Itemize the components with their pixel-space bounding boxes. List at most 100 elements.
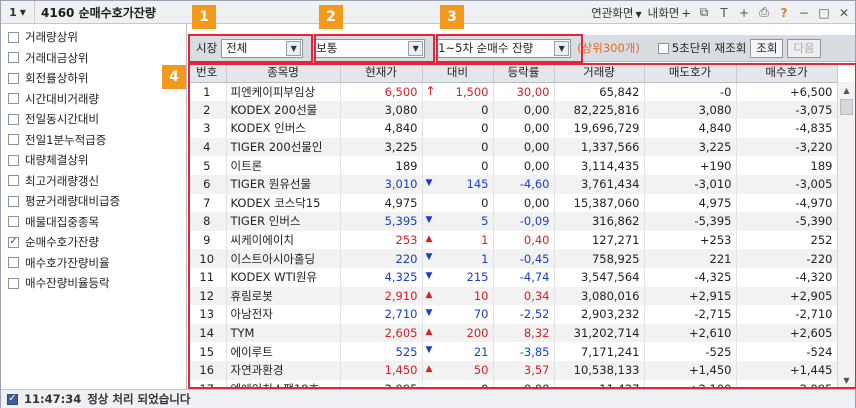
checkbox-icon <box>8 113 19 125</box>
table-row[interactable]: 14 TYM 2,605 ▲ 200 8,32 31,202,714 +2,610 +2,605 <box>188 323 838 343</box>
cell-change: ▼ 215 <box>422 267 494 287</box>
cell-bid: -524 <box>736 342 838 361</box>
cell-price: 1,450 <box>340 360 423 380</box>
left-menu-item[interactable]: 매물대집중종목 <box>1 212 186 233</box>
my-screen-menu[interactable]: 내화면 + <box>648 5 691 21</box>
checkbox-icon <box>8 72 19 84</box>
change-value: 1,500 <box>455 84 489 99</box>
type-select[interactable]: 보통 ▼ <box>311 38 426 58</box>
linked-screen-label: 연관화면 <box>591 5 634 20</box>
vertical-scrollbar[interactable]: ▲ ▼ <box>837 82 855 389</box>
screen-number-dropdown[interactable]: 1 ▼ <box>1 0 35 24</box>
cell-volume: 65,842 <box>554 82 645 101</box>
badge-2: 2 <box>319 5 343 29</box>
column-header[interactable]: 등락률 <box>493 63 555 83</box>
auto-refresh-checkbox[interactable]: 5초단위 재조회 <box>657 40 747 56</box>
scroll-down-icon[interactable]: ▼ <box>839 373 854 388</box>
cell-bid: -4,970 <box>736 193 838 213</box>
cell-stock-name: 아남전자 <box>226 305 341 324</box>
maximize-icon[interactable]: □ <box>817 6 831 20</box>
table-row[interactable]: 15 에이루트 525 ▼ 21 -3,85 7,171,241 -525 -524 <box>188 342 838 361</box>
market-select[interactable]: 전체 ▼ <box>221 38 304 58</box>
query-button[interactable]: 조회 <box>750 38 784 58</box>
column-header[interactable]: 매도호가 <box>644 63 737 83</box>
top-count-note: (상위300개) <box>577 41 640 55</box>
table-row[interactable]: 5 이트론 189 0 0,00 3,114,435 +190 189 <box>188 156 838 175</box>
filter-bar: 시장 전체 ▼ 보통 ▼ 1~5차 순매수 잔량 ▼ (상위300개) 5초단위… <box>188 35 855 62</box>
column-header[interactable]: 번호 <box>188 63 227 83</box>
left-menu-item[interactable]: 매수잔량비율등락 <box>1 273 186 294</box>
table-row[interactable]: 9 씨케이에이치 253 ▲ 1 0,40 127,271 +253 252 <box>188 230 838 250</box>
cell-volume: 19,696,729 <box>554 119 645 138</box>
column-header[interactable]: 종목명 <box>226 63 341 83</box>
type-select-value: 보통 <box>316 41 338 55</box>
checkbox-icon <box>8 277 19 289</box>
table-row[interactable]: 6 TIGER 원유선물 3,010 ▼ 145 -4,60 3,761,434 -3,010… <box>188 174 838 194</box>
left-menu-item[interactable]: 대량체결상위 <box>1 150 186 171</box>
table-row[interactable]: 3 KODEX 인버스 4,840 0 0,00 19,696,729 4,840 -4,83… <box>188 119 838 138</box>
cell-rate: 0,40 <box>493 230 555 250</box>
font-size-icon[interactable]: T <box>717 6 731 20</box>
table-row[interactable]: 8 TIGER 인버스 5,395 ▼ 5 -0,09 316,862 -5,395 -5,39… <box>188 212 838 231</box>
cell-volume: 2,903,232 <box>554 305 645 324</box>
column-header[interactable]: 매수호가 <box>736 63 838 83</box>
left-menu-item[interactable]: 회전률상하위 <box>1 68 186 89</box>
table-row[interactable]: 10 이스트아시아홀딩 220 ▼ 1 -0,45 758,925 221 -220 <box>188 249 838 268</box>
cell-price: 189 <box>340 156 423 175</box>
cell-change: ▲ 1 <box>422 230 494 250</box>
linked-screen-menu[interactable]: 연관화면 ▼ <box>591 5 641 21</box>
table-row[interactable]: 11 KODEX WTI원유 4,325 ▼ 215 -4,74 3,547,564 -4,3… <box>188 267 838 287</box>
cell-change: 0 <box>422 379 494 389</box>
cell-rate: -0,09 <box>493 212 555 231</box>
cell-change: ▲ 10 <box>422 286 494 306</box>
minimize-icon[interactable]: − <box>797 6 811 20</box>
left-menu-item[interactable]: ✓ 순매수호가잔량 <box>1 232 186 253</box>
cell-ask: +2,610 <box>644 323 737 343</box>
add-icon[interactable]: + <box>737 6 751 20</box>
column-header[interactable]: 현재가 <box>340 63 423 83</box>
table-row[interactable]: 17 엔에이치스팩19호 2,095 0 0,00 11,427 +2,100 2,095 <box>188 379 838 389</box>
next-button[interactable]: 다음 <box>787 38 821 58</box>
market-label: 시장 <box>196 41 218 55</box>
left-menu-item[interactable]: 거래량상위 <box>1 27 186 48</box>
table-row[interactable]: 2 KODEX 200선물 3,080 0 0,00 82,225,816 3,080 -3,… <box>188 100 838 120</box>
column-header[interactable]: 대비 <box>422 63 494 83</box>
help-icon[interactable]: ? <box>777 6 791 20</box>
cell-price: 220 <box>340 249 423 268</box>
cell-volume: 758,925 <box>554 249 645 268</box>
chevron-down-icon: ▼ <box>408 40 424 56</box>
checkbox-icon <box>8 257 19 269</box>
column-header[interactable]: 거래량 <box>554 63 645 83</box>
left-menu-label: 거래량상위 <box>25 30 78 45</box>
left-menu-item[interactable]: 매수호가잔량비율 <box>1 253 186 274</box>
left-menu-item[interactable]: 전일동시간대비 <box>1 109 186 130</box>
table-row[interactable]: 7 KODEX 코스닥15 4,975 0 0,00 15,387,060 4,975 -4,… <box>188 193 838 213</box>
left-menu-item[interactable]: 평균거래량대비급증 <box>1 191 186 212</box>
badge-4: 4 <box>162 65 186 89</box>
cell-rate: -4,74 <box>493 267 555 287</box>
left-menu-item[interactable]: 시간대비거래량 <box>1 89 186 110</box>
table-row[interactable]: 13 아남전자 2,710 ▼ 70 -2,52 2,903,232 -2,715 -2,710 <box>188 305 838 324</box>
left-menu-label: 거래대금상위 <box>25 50 89 65</box>
range-select[interactable]: 1~5차 순매수 잔량 ▼ <box>433 38 572 58</box>
cell-bid: -3,220 <box>736 137 838 157</box>
print-icon[interactable]: ⎙ <box>757 5 771 20</box>
table-row[interactable]: 1 피엔케이피부임상 6,500 ↑ 1,500 30,00 65,842 -0 +6,500 <box>188 82 838 101</box>
screen-link-icon[interactable]: ⧉ <box>697 5 711 20</box>
cell-number: 11 <box>188 267 227 287</box>
auto-refresh-label: 5초단위 재조회 <box>671 41 747 55</box>
table-row[interactable]: 16 자연과환경 1,450 ▲ 50 3,57 10,538,133 +1,450 +1,44… <box>188 360 838 380</box>
scroll-up-icon[interactable]: ▲ <box>839 83 854 98</box>
cell-bid: +1,445 <box>736 360 838 380</box>
left-menu-item[interactable]: 최고거래량갱신 <box>1 171 186 192</box>
left-menu-item[interactable]: 거래대금상위 <box>1 48 186 69</box>
close-icon[interactable]: ✕ <box>837 6 851 20</box>
table-row[interactable]: 12 휴림로봇 2,910 ▲ 10 0,34 3,080,016 +2,915 +2,905 <box>188 286 838 306</box>
left-menu-item[interactable]: 전일1분누적급증 <box>1 130 186 151</box>
cell-rate: 0,00 <box>493 119 555 138</box>
cell-stock-name: 자연과환경 <box>226 360 341 380</box>
left-menu-label: 평균거래량대비급증 <box>25 194 121 209</box>
table-row[interactable]: 4 TIGER 200선물인 3,225 0 0,00 1,337,566 3,225 -3,… <box>188 137 838 157</box>
cell-rate: -0,45 <box>493 249 555 268</box>
scroll-thumb[interactable] <box>840 99 853 115</box>
